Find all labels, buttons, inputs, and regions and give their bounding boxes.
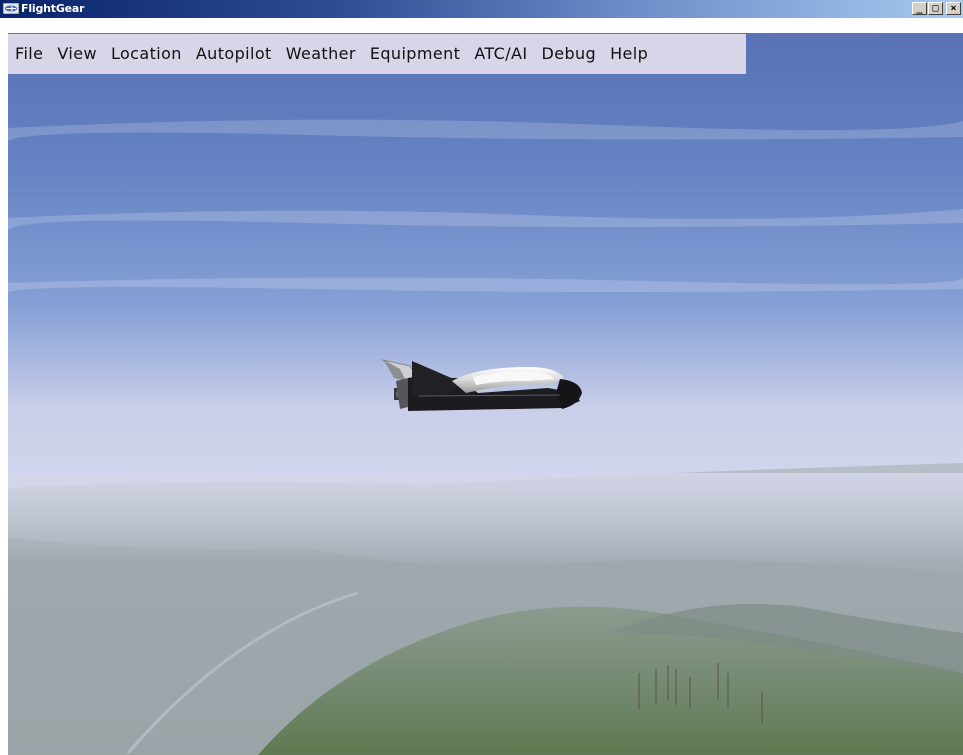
menu-equipment[interactable]: Equipment bbox=[363, 34, 467, 74]
flightgear-app-icon bbox=[3, 3, 19, 14]
menu-debug[interactable]: Debug bbox=[534, 34, 603, 74]
close-button[interactable]: × bbox=[946, 2, 961, 15]
menu-file[interactable]: File bbox=[8, 34, 50, 74]
window-title: FlightGear bbox=[21, 2, 85, 15]
minimize-icon: _ bbox=[916, 3, 923, 14]
minimize-button[interactable]: _ bbox=[912, 2, 927, 15]
simulator-viewport[interactable] bbox=[8, 33, 963, 755]
menu-location[interactable]: Location bbox=[104, 34, 189, 74]
title-bar[interactable]: FlightGear _ □ × bbox=[0, 0, 963, 18]
maximize-icon: □ bbox=[932, 3, 939, 14]
3d-scene bbox=[8, 33, 963, 755]
maximize-button[interactable]: □ bbox=[928, 2, 943, 15]
menu-bar: File View Location Autopilot Weather Equ… bbox=[8, 34, 746, 74]
menu-autopilot[interactable]: Autopilot bbox=[189, 34, 279, 74]
close-icon: × bbox=[950, 3, 957, 14]
menu-help[interactable]: Help bbox=[603, 34, 655, 74]
menu-view[interactable]: View bbox=[50, 34, 104, 74]
menu-weather[interactable]: Weather bbox=[279, 34, 363, 74]
flightgear-window: FlightGear _ □ × File View Location Auto… bbox=[0, 0, 963, 755]
menu-atc-ai[interactable]: ATC/AI bbox=[467, 34, 534, 74]
